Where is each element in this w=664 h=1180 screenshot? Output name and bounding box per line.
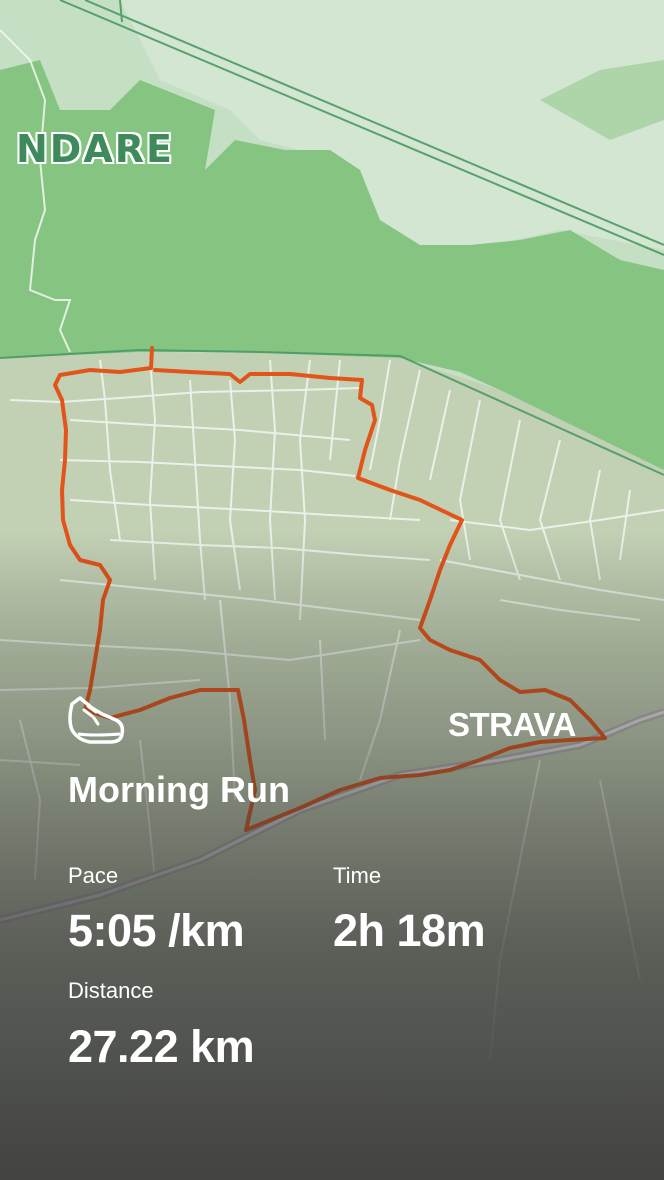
pace-value: 5:05 /km: [68, 905, 245, 956]
pace-label: Pace: [68, 863, 119, 888]
running-shoe-icon: [68, 696, 125, 744]
map-place-label: NDARE: [16, 127, 174, 171]
distance-label: Distance: [68, 978, 154, 1003]
info-overlay-gradient: [0, 0, 664, 1180]
time-label: Time: [333, 863, 382, 888]
strava-logo: STRAVA: [448, 706, 576, 743]
map-background: [0, 0, 664, 1180]
time-value: 2h 18m: [333, 905, 486, 956]
distance-value: 27.22 km: [68, 1021, 255, 1072]
activity-title: Morning Run: [68, 769, 290, 810]
